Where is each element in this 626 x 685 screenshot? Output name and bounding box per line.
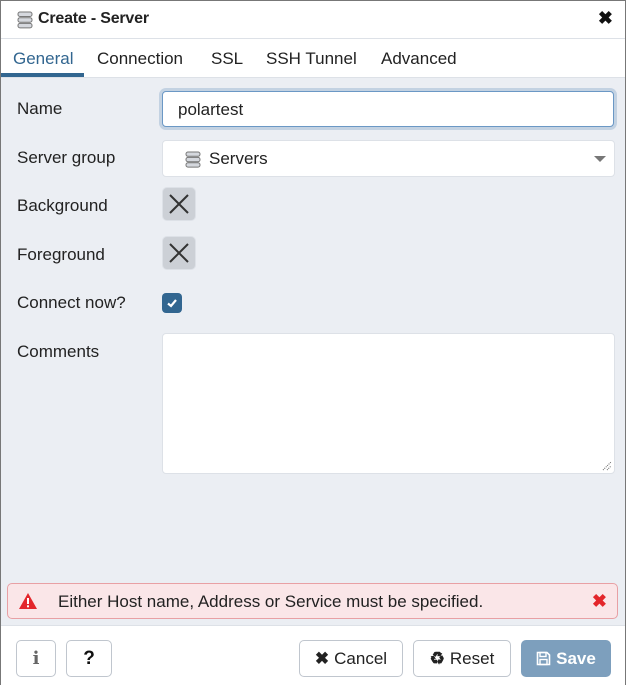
server-group-select[interactable]: Servers bbox=[162, 140, 615, 177]
no-color-icon bbox=[169, 194, 189, 214]
resize-handle-icon[interactable] bbox=[602, 461, 612, 471]
tab-advanced[interactable]: Advanced bbox=[381, 49, 457, 69]
tab-connection[interactable]: Connection bbox=[97, 49, 183, 69]
background-label: Background bbox=[17, 196, 108, 215]
name-input-value: polartest bbox=[178, 100, 244, 119]
server-group-value: Servers bbox=[209, 149, 268, 168]
tab-ssh-tunnel[interactable]: SSH Tunnel bbox=[266, 49, 357, 69]
server-group-icon bbox=[185, 151, 201, 168]
tab-general[interactable]: General bbox=[13, 49, 73, 69]
comments-label: Comments bbox=[17, 342, 100, 361]
create-server-dialog: Create - Server ✖ General Connection SSL… bbox=[0, 0, 626, 685]
background-color-picker[interactable] bbox=[162, 187, 196, 221]
close-icon: ✖ bbox=[314, 648, 330, 668]
dismiss-alert-icon[interactable]: ✖ bbox=[592, 591, 607, 612]
reset-label: Reset bbox=[449, 648, 495, 668]
save-icon bbox=[536, 651, 551, 666]
cancel-label: Cancel bbox=[334, 648, 388, 668]
foreground-color-picker[interactable] bbox=[162, 236, 196, 270]
name-label: Name bbox=[17, 99, 63, 118]
foreground-label: Foreground bbox=[17, 245, 105, 264]
active-tab-indicator bbox=[1, 73, 84, 77]
reset-button[interactable]: ♻ Reset bbox=[413, 640, 511, 677]
dialog-titlebar[interactable]: Create - Server ✖ bbox=[1, 1, 625, 39]
check-icon bbox=[167, 299, 177, 308]
save-button[interactable]: Save bbox=[521, 640, 611, 677]
error-message: Either Host name, Address or Service mus… bbox=[58, 592, 484, 611]
no-color-icon bbox=[169, 243, 189, 263]
info-icon: i bbox=[32, 648, 40, 669]
save-label: Save bbox=[556, 648, 596, 668]
warning-icon bbox=[19, 593, 37, 609]
error-alert: Either Host name, Address or Service mus… bbox=[7, 583, 618, 619]
dialog-title: Create - Server bbox=[38, 10, 149, 27]
chevron-down-icon bbox=[594, 156, 606, 162]
tab-ssl[interactable]: SSL bbox=[211, 49, 243, 69]
server-group-label: Server group bbox=[17, 148, 116, 167]
help-icon: ? bbox=[83, 647, 95, 669]
connect-now-checkbox[interactable] bbox=[162, 293, 182, 313]
connect-now-label: Connect now? bbox=[17, 293, 126, 312]
info-button[interactable]: i bbox=[16, 640, 56, 677]
close-icon[interactable]: ✖ bbox=[598, 8, 613, 29]
tab-bar: General Connection SSL SSH Tunnel Advanc… bbox=[1, 39, 625, 78]
cancel-button[interactable]: ✖ Cancel bbox=[299, 640, 403, 677]
dialog-footer: i ? ✖ Cancel ♻ Reset Save bbox=[1, 625, 625, 685]
help-button[interactable]: ? bbox=[66, 640, 112, 677]
comments-textarea[interactable] bbox=[162, 333, 615, 474]
recycle-icon: ♻ bbox=[429, 648, 445, 668]
server-icon bbox=[17, 11, 33, 29]
name-input[interactable]: polartest bbox=[162, 91, 614, 127]
